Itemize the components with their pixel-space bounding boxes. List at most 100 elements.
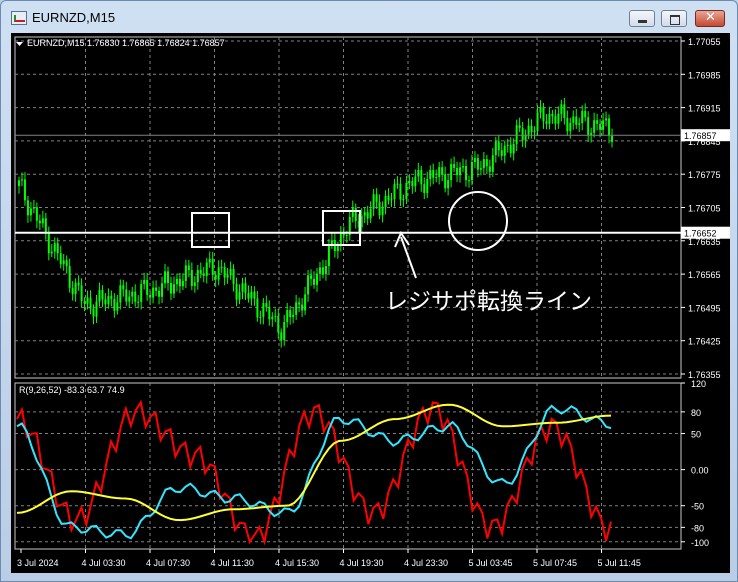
- candle-body: [605, 118, 608, 121]
- candle-body: [274, 315, 277, 317]
- chart-window-icon: [11, 11, 27, 25]
- candle-body: [256, 298, 259, 318]
- candle-body: [396, 183, 399, 185]
- price-label: 1.76705: [688, 204, 721, 214]
- candle-body: [271, 316, 274, 320]
- candle-body: [563, 104, 566, 119]
- candle-body: [488, 166, 491, 172]
- price-label: 1.76775: [688, 170, 721, 180]
- candle-body: [23, 179, 26, 201]
- time-label: 4 Jul 19:30: [340, 558, 384, 568]
- candle-body: [515, 125, 518, 144]
- candle-body: [473, 158, 476, 162]
- candle-body: [283, 322, 286, 341]
- candle-body: [387, 195, 390, 201]
- candle-body: [500, 150, 503, 156]
- candle-body: [223, 266, 226, 278]
- candle-body: [122, 285, 125, 290]
- candle-body: [310, 275, 313, 279]
- candle-body: [244, 283, 247, 293]
- candle-body: [277, 315, 280, 333]
- candle-body: [104, 299, 107, 305]
- candle-body: [229, 268, 232, 275]
- time-label: 4 Jul 03:30: [82, 558, 126, 568]
- candle-body: [465, 166, 467, 181]
- candle-body: [83, 301, 86, 304]
- candle-body: [399, 183, 402, 200]
- candle-body: [476, 158, 479, 170]
- candle-body: [167, 271, 169, 284]
- candle-body: [184, 265, 187, 281]
- candle-body: [569, 122, 572, 132]
- candle-body: [295, 302, 298, 315]
- price-label: 1.76915: [688, 104, 721, 114]
- candle-body: [372, 194, 375, 209]
- candle-body: [441, 167, 444, 175]
- candle-body: [77, 282, 80, 286]
- price-label: 1.76985: [688, 70, 721, 80]
- candle-body: [107, 295, 110, 305]
- candle-body: [80, 285, 83, 302]
- minimize-button[interactable]: [629, 10, 655, 27]
- price-label: 1.77055: [688, 37, 721, 47]
- candle-body: [432, 169, 435, 178]
- candle-body: [572, 116, 575, 123]
- candle-body: [557, 113, 560, 124]
- candle-body: [164, 271, 167, 284]
- candle-body: [494, 141, 497, 156]
- candle-body: [316, 273, 318, 285]
- candle-body: [116, 302, 119, 311]
- candle-body: [482, 159, 485, 169]
- candle-body: [208, 258, 211, 263]
- candle-body: [321, 267, 324, 274]
- candle-body: [459, 167, 462, 176]
- candle-body: [408, 181, 411, 184]
- candle-body: [62, 260, 65, 265]
- candle-body: [95, 301, 98, 317]
- candle-body: [527, 125, 530, 135]
- candle-body: [32, 207, 35, 209]
- close-button[interactable]: ✕: [695, 10, 725, 27]
- maximize-icon: [670, 15, 680, 25]
- candle-body: [467, 180, 470, 182]
- candle-body: [417, 169, 420, 177]
- candle-body: [438, 167, 441, 178]
- candle-body: [602, 120, 605, 130]
- time-label: 4 Jul 15:30: [275, 558, 319, 568]
- candle-body: [128, 296, 131, 302]
- candle-body: [566, 118, 569, 132]
- candle-body: [518, 125, 521, 129]
- candle-body: [74, 282, 77, 295]
- highlight-box-1: [191, 212, 230, 248]
- candle-body: [384, 195, 387, 208]
- maximize-button[interactable]: [661, 10, 687, 27]
- main-chart-header: EURNZD,M15 1.76830 1.76865 1.76824 1.768…: [27, 38, 225, 48]
- candle-body: [134, 291, 137, 302]
- window-title: EURNZD,M15: [32, 10, 116, 25]
- candle-body: [345, 235, 348, 237]
- time-label: 4 Jul 07:30: [146, 558, 190, 568]
- title-bar[interactable]: EURNZD,M15 ✕: [1, 1, 737, 33]
- chart-area[interactable]: 1.77055 1.76985 1.76915 1.76845 1.76775 1.767…: [11, 33, 730, 573]
- candle-body: [596, 120, 599, 124]
- indicator-level-label: 80: [691, 408, 701, 418]
- candle-body: [220, 266, 223, 268]
- candle-body: [38, 220, 41, 224]
- candle-body: [214, 274, 217, 280]
- indicator-level-label: 0.00: [691, 466, 709, 476]
- candle-body: [235, 283, 238, 300]
- candle-body: [313, 278, 316, 285]
- candle-body: [292, 314, 295, 318]
- candle-body: [581, 110, 584, 124]
- candle-body: [113, 299, 116, 311]
- candle-body: [548, 113, 551, 124]
- candle-body: [98, 289, 101, 302]
- chart-canvas[interactable]: 1.770551.769851.769151.768451.767751.767…: [11, 33, 730, 573]
- candle-body: [161, 283, 164, 297]
- candle-body: [512, 143, 515, 154]
- candle-body: [175, 278, 178, 285]
- candle-body: [405, 183, 408, 200]
- candle-body: [578, 123, 581, 125]
- candle-body: [181, 280, 184, 287]
- candle-body: [545, 121, 548, 124]
